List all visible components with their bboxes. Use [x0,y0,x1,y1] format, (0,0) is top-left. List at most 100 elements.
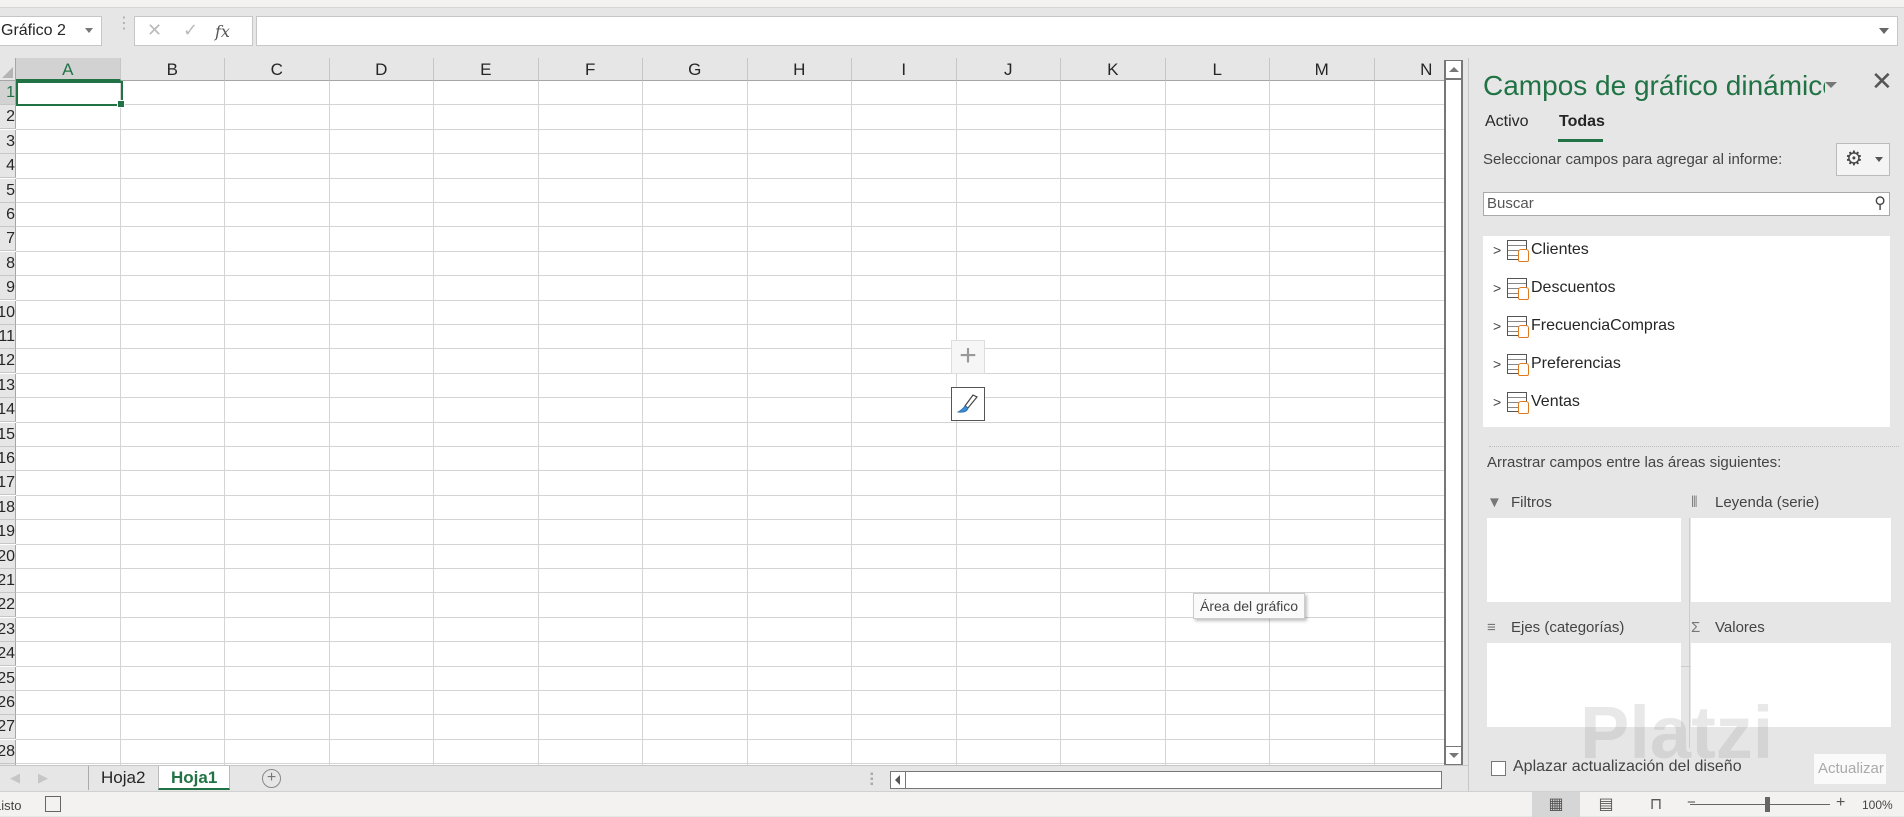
column-header-i[interactable]: I [852,58,957,81]
chevron-right-icon[interactable]: > [1493,356,1503,372]
column-header-n[interactable]: N [1374,58,1444,81]
row-header-11[interactable]: 11 [0,325,16,349]
row-header-24[interactable]: 24 [0,642,16,667]
row-header-26[interactable]: 26 [0,691,16,715]
scroll-thumb[interactable] [1445,79,1462,749]
sheet-tab-hoja1[interactable]: Hoja1 [158,766,231,790]
row-header-7[interactable]: 7 [0,227,16,252]
cancel-icon[interactable]: ✕ [147,20,162,41]
row-header-16[interactable]: 16 [0,447,16,471]
chevron-down-icon[interactable] [85,28,93,33]
row-header-22[interactable]: 22 [0,593,16,618]
macro-record-icon[interactable] [45,796,61,812]
chevron-right-icon[interactable]: > [1493,242,1503,258]
tools-button[interactable]: ⚙ [1836,143,1890,176]
row-header-20[interactable]: 20 [0,544,16,569]
column-header-e[interactable]: E [434,58,539,81]
check-icon[interactable]: ✓ [183,20,198,41]
field-item[interactable]: > Clientes [1493,238,1589,262]
filters-drop-area[interactable] [1487,518,1681,602]
row-header-19[interactable]: 19 [0,520,16,545]
defer-update-checkbox[interactable] [1491,761,1506,776]
chart-elements-button[interactable]: + [951,340,985,374]
chevron-right-icon[interactable]: > [1493,280,1503,296]
worksheet-grid[interactable]: ABCDEFGHIJKLMN12345678910111213141516171… [0,58,1444,765]
zoom-out-button[interactable]: − [1687,794,1696,811]
expand-formula-icon[interactable] [1879,28,1889,34]
field-item[interactable]: > Preferencias [1493,352,1621,376]
split-handle-icon[interactable]: ▪ ▪ ▪ [870,770,874,790]
row-header-25[interactable]: 25 [0,666,16,691]
page-break-preview-button[interactable]: ⊓ [1632,792,1680,817]
row-header-23[interactable]: 23 [0,617,16,642]
row-header-15[interactable]: 15 [0,422,16,447]
row-header-8[interactable]: 8 [0,251,16,276]
tab-todas[interactable]: Todas [1559,113,1605,131]
row-header-14[interactable]: 14 [0,398,16,423]
normal-view-button[interactable]: ▦ [1532,792,1580,817]
field-item[interactable]: > Descuentos [1493,276,1616,300]
row-header-13[interactable]: 13 [0,373,16,398]
row-header-27[interactable]: 27 [0,715,16,740]
column-header-b[interactable]: B [120,58,225,81]
column-header-m[interactable]: M [1270,58,1375,81]
field-item[interactable]: > FrecuenciaCompras [1493,314,1675,338]
tab-activo[interactable]: Activo [1485,113,1529,131]
column-header-l[interactable]: L [1165,58,1270,81]
active-cell[interactable] [16,81,125,108]
column-header-a[interactable]: A [16,58,121,81]
search-icon[interactable]: ⚲ [1874,193,1886,213]
row-header-4[interactable]: 4 [0,154,16,179]
zoom-slider-thumb[interactable] [1765,797,1770,812]
row-header-5[interactable]: 5 [0,178,16,203]
zoom-slider[interactable] [1690,804,1830,805]
column-header-c[interactable]: C [225,58,330,81]
zoom-level[interactable]: 100% [1862,798,1893,812]
row-header-28[interactable]: 28 [0,739,16,764]
gridline [16,568,1444,569]
close-icon[interactable]: ✕ [1871,66,1893,97]
column-header-f[interactable]: F [538,58,643,81]
row-header-2[interactable]: 2 [0,105,16,130]
scroll-down-button[interactable] [1445,746,1462,765]
row-header-1[interactable]: 1 [0,81,16,105]
row-header-9[interactable]: 9 [0,276,16,301]
next-sheet-icon[interactable]: ▶ [38,770,48,786]
row-header-10[interactable]: 10 [0,300,16,325]
row-header-17[interactable]: 17 [0,471,16,496]
scroll-left-button[interactable] [891,772,906,788]
sheet-tab-hoja2[interactable]: Hoja2 [88,766,157,790]
name-box[interactable]: Gráfico 2 [0,16,102,46]
scroll-up-button[interactable] [1445,60,1462,79]
row-header-3[interactable]: 3 [0,129,16,154]
search-input[interactable]: Buscar ⚲ [1483,192,1890,216]
select-all-button[interactable] [0,58,16,81]
vertical-scrollbar[interactable] [1444,60,1463,765]
horizontal-scrollbar[interactable] [890,771,1442,789]
formula-input[interactable] [256,16,1898,46]
add-sheet-button[interactable]: + [262,769,281,788]
legend-drop-area[interactable] [1691,518,1891,602]
page-layout-button[interactable]: ▤ [1582,792,1630,817]
chevron-right-icon[interactable]: > [1493,394,1503,410]
insert-function-icon[interactable]: fx [215,22,230,41]
row-header-18[interactable]: 18 [0,495,16,520]
column-header-j[interactable]: J [956,58,1061,81]
row-header-6[interactable]: 6 [0,203,16,227]
select-fields-label: Seleccionar campos para agregar al infor… [1483,151,1783,168]
row-header-12[interactable]: 12 [0,349,16,374]
column-header-g[interactable]: G [643,58,748,81]
row-header-21[interactable]: 21 [0,569,16,593]
chevron-right-icon[interactable]: > [1493,318,1503,334]
update-button[interactable]: Actualizar [1814,754,1886,784]
column-header-k[interactable]: K [1061,58,1166,81]
zoom-in-button[interactable]: + [1836,794,1845,812]
pane-options-icon[interactable] [1825,82,1837,88]
field-list[interactable]: > Clientes > Descuentos > FrecuenciaCompras > P… [1483,236,1890,427]
column-header-d[interactable]: D [329,58,434,81]
chart-styles-button[interactable] [951,387,985,421]
drag-handle-icon[interactable]: ⋮ [116,16,132,32]
column-header-h[interactable]: H [747,58,852,81]
prev-sheet-icon[interactable]: ◀ [10,770,20,786]
field-item[interactable]: > Ventas [1493,390,1580,414]
